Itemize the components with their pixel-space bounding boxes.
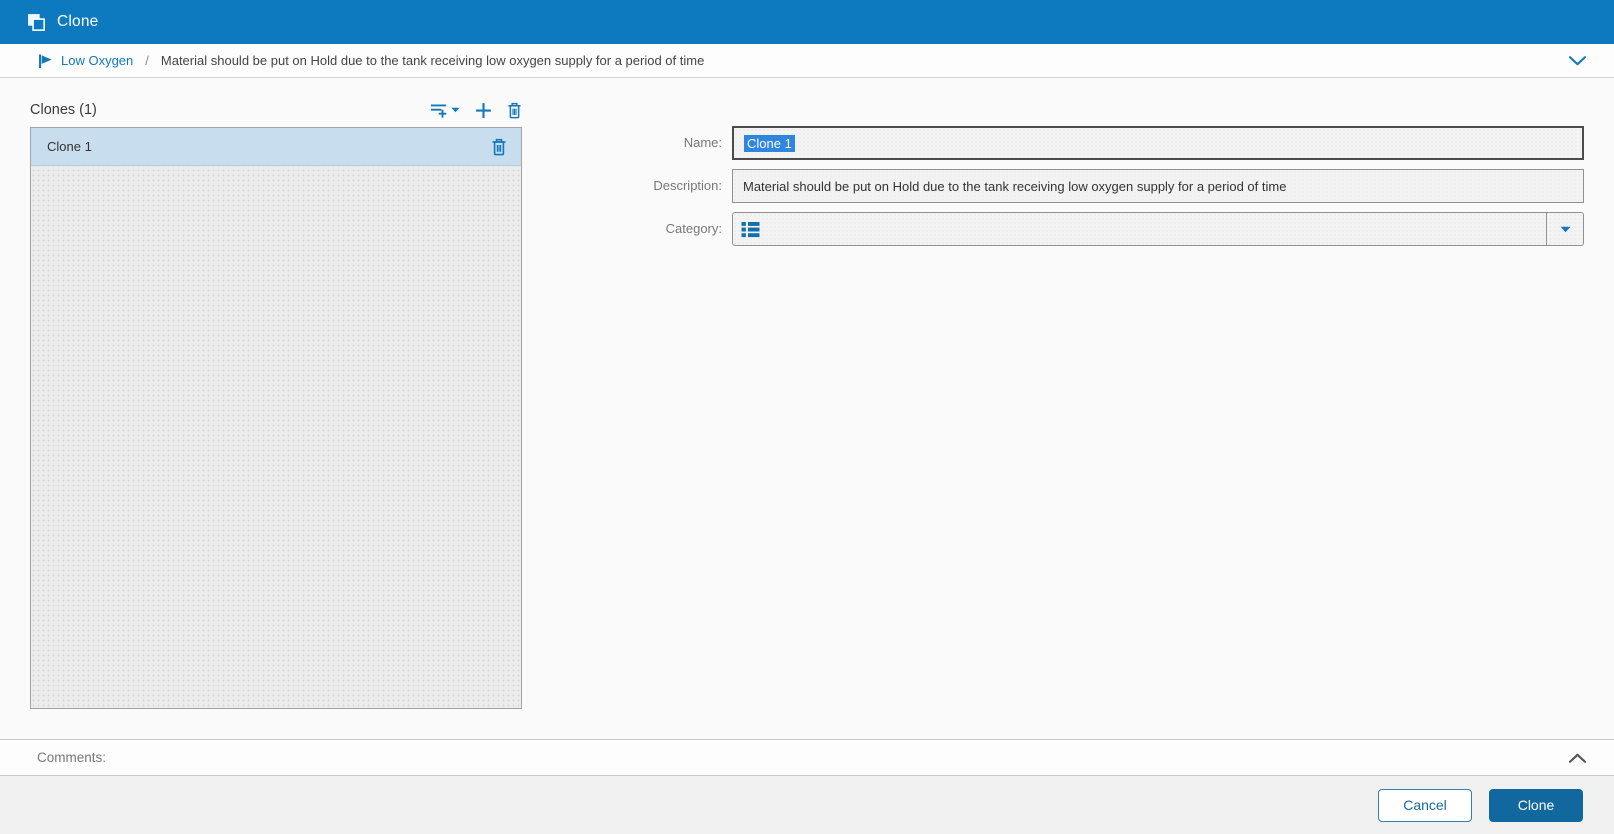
- clones-panel-title: Clones (1): [30, 102, 97, 118]
- breadcrumb-current: Material should be put on Hold due to th…: [160, 53, 705, 68]
- category-row: Category:: [522, 212, 1584, 246]
- clone-copies-icon: [27, 13, 46, 32]
- name-label: Name:: [683, 135, 722, 150]
- description-input-text: Material should be put on Hold due to th…: [743, 178, 1287, 194]
- caret-down-icon: [1560, 226, 1571, 233]
- category-list-icon: [741, 221, 760, 238]
- name-input-selected-text: Clone 1: [744, 134, 795, 152]
- name-row: Name: Clone 1: [522, 126, 1584, 160]
- clone-button[interactable]: Clone: [1489, 788, 1583, 822]
- description-row: Description: Material should be put on H…: [522, 169, 1584, 203]
- chevron-down-icon[interactable]: [1569, 55, 1586, 66]
- description-label: Description:: [653, 178, 722, 193]
- comments-label: Comments:: [37, 750, 107, 765]
- add-filter-button[interactable]: [429, 101, 460, 119]
- main-content: Clones (1) Clone 1 Name: Clone 1 Descrip…: [0, 78, 1614, 739]
- category-input[interactable]: [732, 212, 1584, 246]
- clones-panel: Clones (1) Clone 1: [30, 99, 522, 739]
- chevron-up-icon[interactable]: [1569, 753, 1586, 763]
- flag-icon: [38, 53, 53, 69]
- category-dropdown-button[interactable]: [1546, 213, 1583, 245]
- clone-item-label: Clone 1: [47, 139, 92, 154]
- clones-panel-header: Clones (1): [30, 99, 522, 127]
- breadcrumb-link[interactable]: Low Oxygen: [61, 53, 133, 68]
- clone-form: Name: Clone 1 Description: Material shou…: [522, 126, 1584, 739]
- titlebar: Clone: [0, 0, 1614, 44]
- cancel-button[interactable]: Cancel: [1378, 788, 1472, 822]
- add-filter-icon: [429, 101, 448, 119]
- trash-icon[interactable]: [507, 101, 522, 119]
- category-label: Category:: [665, 221, 722, 236]
- list-item-clone-1[interactable]: Clone 1: [31, 128, 521, 166]
- name-input[interactable]: Clone 1: [732, 126, 1584, 160]
- caret-down-icon: [451, 107, 460, 113]
- plus-icon[interactable]: [475, 102, 492, 119]
- description-input[interactable]: Material should be put on Hold due to th…: [732, 169, 1584, 203]
- footer: Cancel Clone: [0, 776, 1614, 834]
- clones-toolbar: [429, 101, 522, 119]
- clone-list[interactable]: Clone 1: [30, 127, 522, 709]
- trash-icon[interactable]: [491, 137, 507, 156]
- breadcrumb-separator: /: [145, 53, 149, 68]
- page-title: Clone: [57, 13, 99, 30]
- category-value-area[interactable]: [733, 213, 1546, 245]
- comments-bar: Comments:: [0, 739, 1614, 776]
- breadcrumb: Low Oxygen / Material should be put on H…: [0, 44, 1614, 78]
